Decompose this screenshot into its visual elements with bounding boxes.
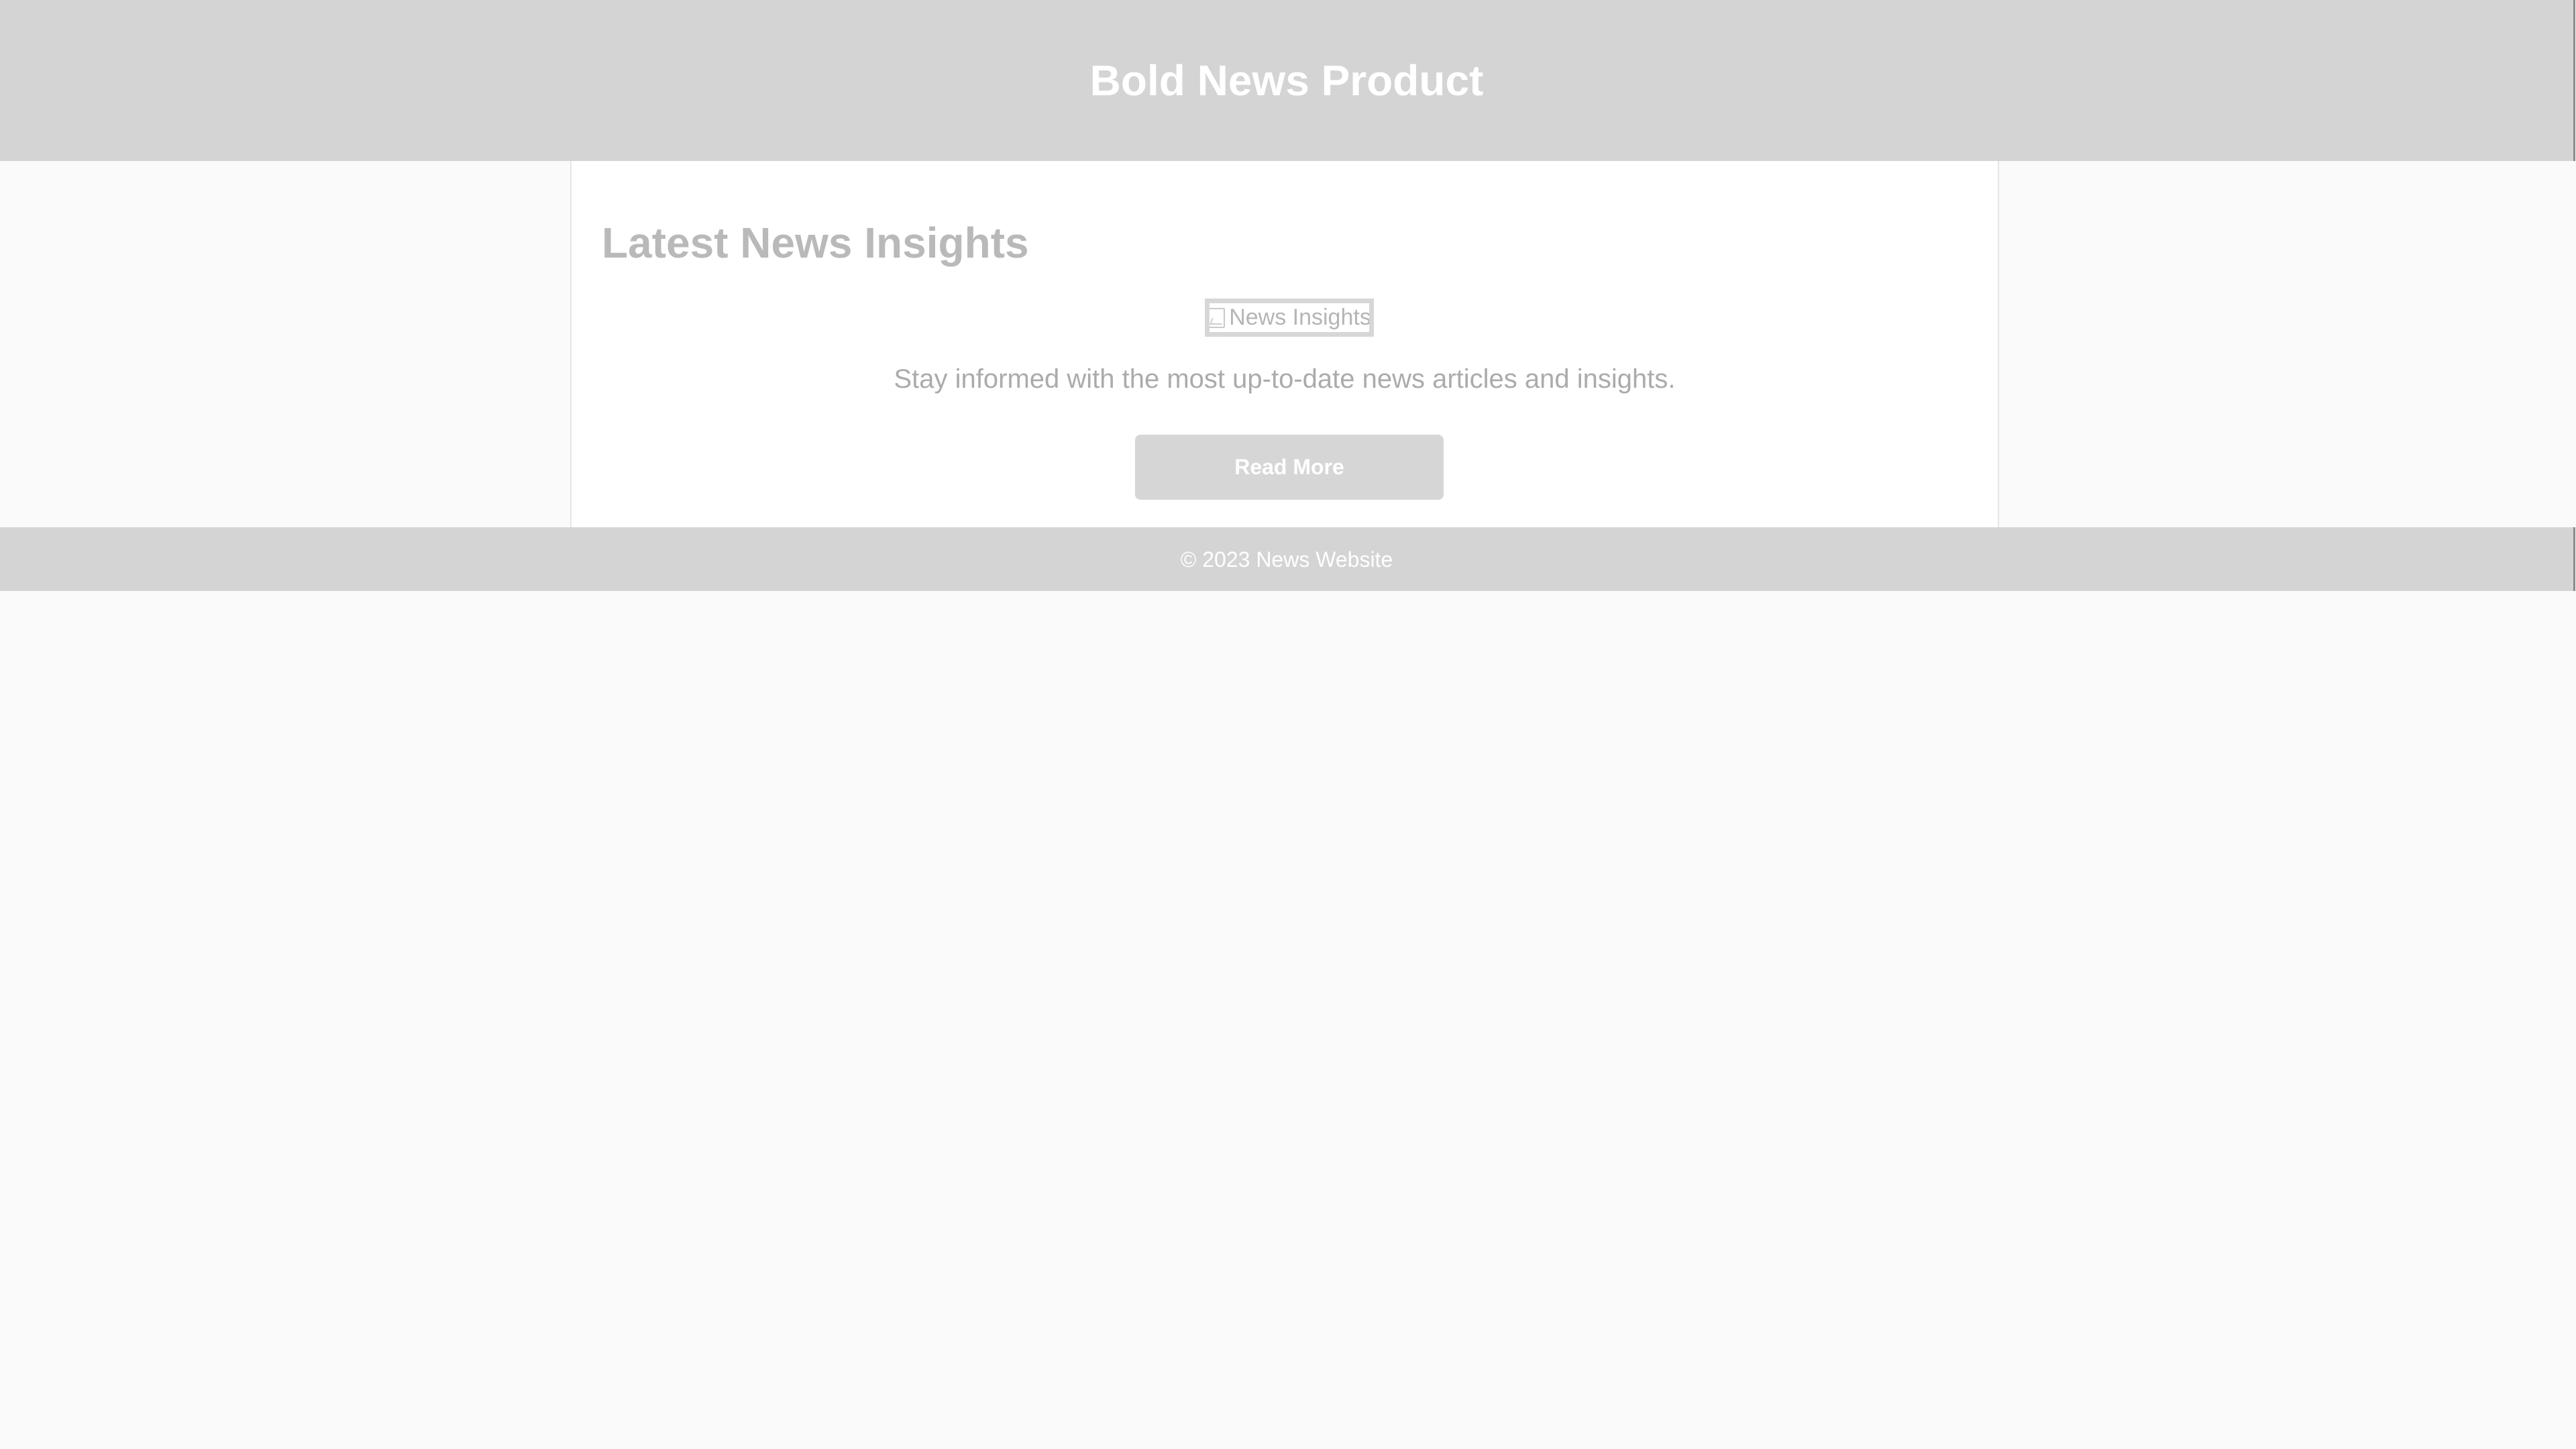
image-alt-text: News Insights	[1229, 305, 1371, 330]
broken-image-icon	[1210, 307, 1226, 328]
footer-copyright: © 2023 News Website	[1180, 547, 1393, 572]
header-edge-line	[2573, 0, 2575, 161]
news-image: News Insights	[1205, 299, 1374, 337]
main-content-card: Latest News Insights News Insights Stay …	[570, 161, 1999, 527]
read-more-button[interactable]: Read More	[1135, 435, 1444, 500]
section-heading: Latest News Insights	[602, 219, 1029, 267]
site-footer: © 2023 News Website	[0, 527, 2573, 591]
article-description: Stay informed with the most up-to-date n…	[894, 364, 1676, 394]
footer-edge-line	[2573, 527, 2575, 591]
site-title: Bold News Product	[1089, 56, 1484, 105]
site-header: Bold News Product	[0, 0, 2573, 161]
